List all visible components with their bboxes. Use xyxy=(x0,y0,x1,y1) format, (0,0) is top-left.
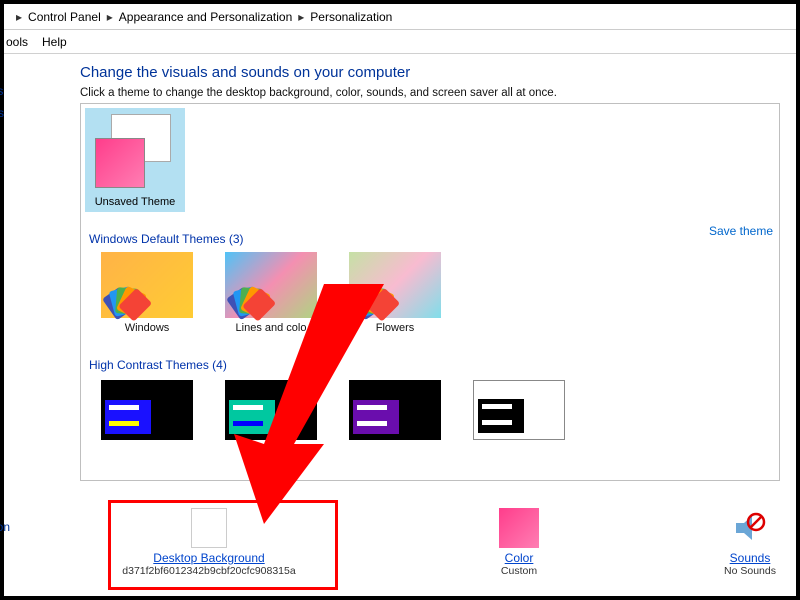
theme-preview xyxy=(473,380,565,440)
sidebar: e ons ters ation er xyxy=(4,54,44,594)
breadcrumb-control-panel[interactable]: Control Panel xyxy=(28,10,101,24)
theme-lines[interactable]: Lines and colo xyxy=(221,252,321,334)
desktop-background-link[interactable]: Desktop Background xyxy=(153,551,264,565)
theme-label: Windows xyxy=(97,322,197,334)
theme-hc-black[interactable] xyxy=(345,380,445,444)
breadcrumb[interactable]: ▸ Control Panel ▸ Appearance and Persona… xyxy=(4,4,796,30)
save-theme-link[interactable]: Save theme xyxy=(709,224,773,238)
sounds-value: No Sounds xyxy=(724,565,776,577)
color-value: Custom xyxy=(499,565,539,577)
sidebar-link[interactable]: ters xyxy=(0,106,44,120)
theme-hc2[interactable] xyxy=(221,380,321,444)
desktop-background-value: d371f2bf6012342b9cbf20cfc908315a xyxy=(104,565,314,577)
theme-windows[interactable]: Windows xyxy=(97,252,197,334)
chevron-right-icon: ▸ xyxy=(107,10,113,24)
theme-label: Unsaved Theme xyxy=(85,196,185,208)
theme-preview xyxy=(101,380,193,440)
section-default-themes: Windows Default Themes (3) xyxy=(89,232,244,246)
breadcrumb-appearance[interactable]: Appearance and Personalization xyxy=(119,10,292,24)
theme-label: Lines and colo xyxy=(221,322,321,334)
theme-box: Unsaved Theme Save theme Windows Default… xyxy=(80,103,780,481)
theme-hc1[interactable] xyxy=(97,380,197,444)
bottom-options: Desktop Background d371f2bf6012342b9cbf2… xyxy=(104,502,776,582)
color-option[interactable]: Color Custom xyxy=(499,508,539,577)
menu-tools[interactable]: ools xyxy=(6,35,28,49)
chevron-right-icon: ▸ xyxy=(16,10,22,24)
theme-hc-white[interactable] xyxy=(469,380,569,444)
theme-preview xyxy=(225,252,317,318)
page-title: Change the visuals and sounds on your co… xyxy=(80,64,786,81)
color-fan-icon xyxy=(105,280,149,314)
menubar: ools Help xyxy=(4,30,796,54)
sidebar-link[interactable]: er xyxy=(0,542,44,556)
desktop-background-option[interactable]: Desktop Background d371f2bf6012342b9cbf2… xyxy=(104,508,314,577)
page-subtext: Click a theme to change the desktop back… xyxy=(80,87,786,99)
theme-preview xyxy=(101,252,193,318)
chevron-right-icon: ▸ xyxy=(298,10,304,24)
sounds-option[interactable]: Sounds No Sounds xyxy=(724,508,776,577)
theme-label: Flowers xyxy=(345,322,445,334)
theme-flowers[interactable]: Flowers xyxy=(345,252,445,334)
section-hc-themes: High Contrast Themes (4) xyxy=(89,358,227,372)
theme-unsaved[interactable]: Unsaved Theme xyxy=(85,108,185,212)
sidebar-link[interactable]: ation xyxy=(0,520,44,534)
color-link[interactable]: Color xyxy=(505,551,534,565)
color-fan-icon xyxy=(229,280,273,314)
theme-preview xyxy=(349,380,441,440)
menu-help[interactable]: Help xyxy=(42,35,67,49)
theme-preview xyxy=(225,380,317,440)
color-fan-icon xyxy=(353,280,397,314)
breadcrumb-personalization[interactable]: Personalization xyxy=(310,10,392,24)
color-swatch-icon xyxy=(499,508,539,548)
wallpaper-icon xyxy=(191,508,227,548)
theme-preview xyxy=(349,252,441,318)
theme-color-swatch xyxy=(95,138,145,188)
sidebar-link[interactable]: ons xyxy=(0,84,44,98)
sidebar-link[interactable]: e xyxy=(0,62,44,76)
no-sounds-icon xyxy=(730,508,770,548)
sounds-link[interactable]: Sounds xyxy=(730,551,771,565)
